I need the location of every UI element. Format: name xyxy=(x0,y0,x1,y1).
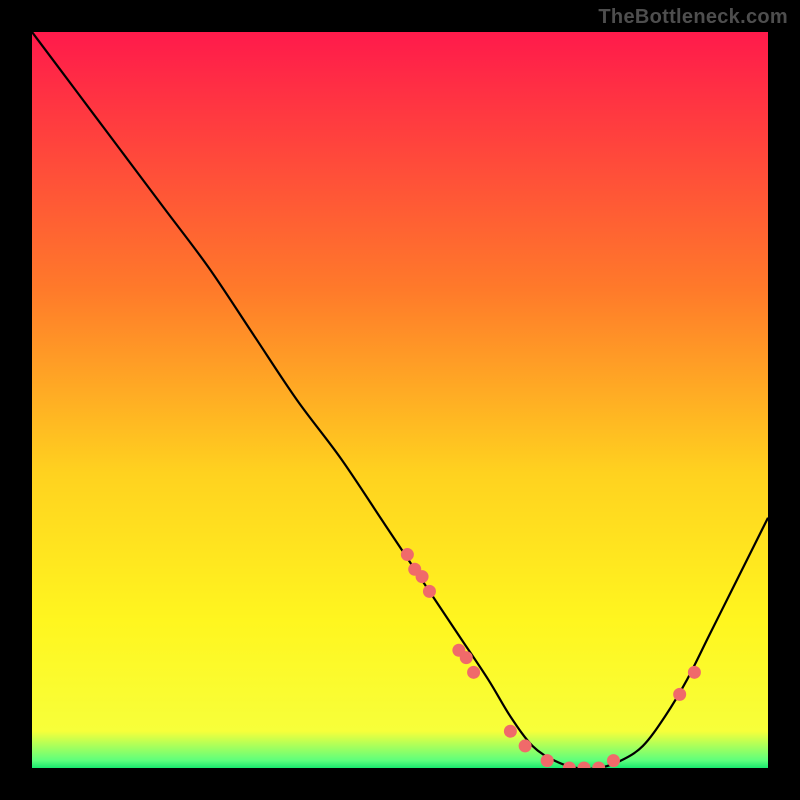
data-marker xyxy=(504,725,517,738)
data-marker xyxy=(673,688,686,701)
data-marker xyxy=(688,666,701,679)
data-marker xyxy=(541,754,554,767)
gradient-background xyxy=(32,32,768,768)
data-marker xyxy=(423,585,436,598)
chart-frame: TheBottleneck.com xyxy=(0,0,800,800)
data-marker xyxy=(607,754,620,767)
data-marker xyxy=(416,570,429,583)
data-marker xyxy=(519,739,532,752)
watermark-text: TheBottleneck.com xyxy=(598,6,788,29)
data-marker xyxy=(401,548,414,561)
bottleneck-chart xyxy=(32,32,768,768)
plot-area xyxy=(32,32,768,768)
data-marker xyxy=(467,666,480,679)
data-marker xyxy=(460,651,473,664)
